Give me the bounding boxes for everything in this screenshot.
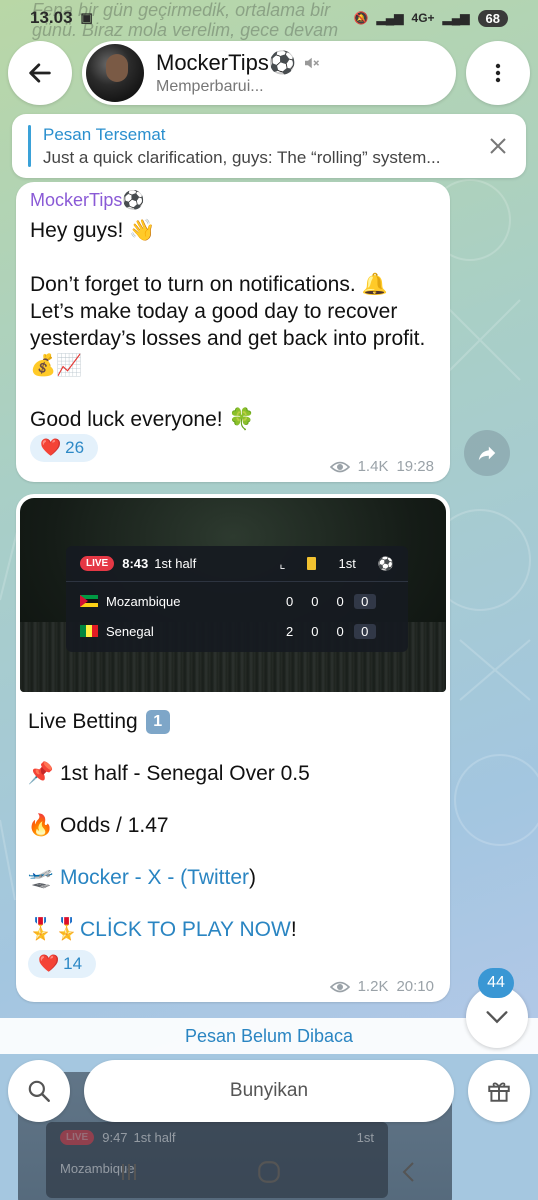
status-bar: 13.03 ▣ 🔕 ▂▄▆ 4G+ ▂▄▆ 68 [0, 0, 538, 36]
network-type: 4G+ [411, 11, 435, 25]
ball-icon: ⚽ [377, 555, 394, 571]
chevron-down-icon [486, 1011, 508, 1024]
battery-indicator: 68 [477, 9, 508, 27]
notification-icon: ▣ [80, 10, 93, 25]
muted-icon [305, 57, 320, 69]
more-options-button[interactable] [466, 41, 530, 105]
system-navigation-bar [0, 1144, 538, 1200]
heart-icon: ❤️ [38, 954, 60, 973]
bet-pick: 1st half - Senegal Over 0.5 [60, 762, 310, 785]
reaction-heart-button[interactable]: ❤️ 26 [30, 434, 99, 462]
message-time: 20:10 [396, 978, 434, 995]
play-now-link[interactable]: CLİCK TO PLAY NOW [80, 916, 291, 943]
close-icon [490, 138, 506, 154]
heart-icon: ❤️ [40, 438, 62, 457]
scoreboard: LIVE 8:43 1st half ⌞ 1st ⚽ Mozambique 0 … [66, 546, 408, 652]
message-bubble-1[interactable]: MockerTips⚽ Hey guys! 👋 Don’t forget to … [16, 182, 450, 482]
message-meta: 1.4K 19:28 [329, 458, 434, 475]
message-text: Hey guys! 👋 Don’t forget to turn on noti… [30, 219, 426, 431]
more-vertical-icon [495, 63, 501, 83]
message-meta: 1.2K 20:10 [329, 978, 434, 995]
message-text: Live Betting 1 📌 1st half - Senegal Over… [27, 709, 310, 943]
eye-icon [329, 981, 350, 992]
arrow-left-icon [29, 63, 51, 83]
search-icon [28, 1080, 50, 1102]
match-period: 1st half [154, 556, 197, 571]
view-count: 1.4K [357, 458, 389, 475]
senegal-flag-icon [80, 625, 98, 637]
message-time: 19:28 [396, 458, 434, 475]
share-button-1[interactable] [464, 430, 510, 476]
match-clock: 8:43 [122, 556, 149, 571]
chat-header: MockerTips⚽ Memperbarui... [8, 40, 530, 106]
twitter-link[interactable]: Mocker - X - (Twitter [60, 864, 249, 891]
close-pinned-button[interactable] [478, 126, 518, 166]
message-sender: MockerTips⚽ [30, 190, 145, 210]
pinned-indicator [28, 125, 31, 167]
recent-apps-icon[interactable] [117, 1160, 141, 1184]
bet-odds: Odds / 1.47 [60, 814, 169, 837]
team-row: Senegal 2 0 0 0 [66, 616, 408, 646]
message-bubble-2[interactable]: LIVE 8:43 1st half ⌞ 1st ⚽ Mozambique 0 … [16, 494, 450, 1002]
bottom-bar: LIVE 9:47 1st half 1st Mozambique Bunyik… [0, 1054, 538, 1200]
status-time: 13.03 [30, 8, 73, 27]
pinned-message-bar[interactable]: Pesan Tersemat Just a quick clarificatio… [12, 114, 526, 178]
unread-count-badge: 44 [478, 968, 514, 998]
reaction-heart-button[interactable]: ❤️ 14 [28, 950, 97, 978]
unmute-button[interactable]: Bunyikan [84, 1060, 454, 1122]
signal-icon-2: ▂▄▆ [442, 11, 470, 25]
home-icon[interactable] [256, 1159, 282, 1185]
reaction-count: 26 [65, 438, 85, 457]
gift-button[interactable] [468, 1060, 530, 1122]
team-row: Mozambique 0 0 0 0 [66, 586, 408, 616]
airplane-icon: 🛫 [27, 866, 55, 889]
share-arrow-icon [478, 446, 496, 461]
channel-info[interactable]: MockerTips⚽ Memperbarui... [82, 41, 456, 105]
corner-flag-icon: ⌞ [279, 555, 286, 571]
medal-icon: 🎖️ [27, 918, 55, 941]
mute-status-icon: 🔕 [353, 11, 369, 25]
back-nav-icon[interactable] [397, 1160, 421, 1184]
live-badge: LIVE [80, 556, 115, 571]
back-button[interactable] [8, 41, 72, 105]
eye-icon [329, 461, 350, 472]
medal-icon: 🎖️ [53, 918, 81, 941]
pinned-text: Just a quick clarification, guys: The “r… [43, 147, 441, 167]
yellow-card-icon [307, 557, 317, 570]
gift-icon [488, 1082, 510, 1102]
channel-status: Memperbarui... [156, 78, 264, 95]
avatar[interactable] [86, 44, 144, 102]
scoreboard-image[interactable]: LIVE 8:43 1st half ⌞ 1st ⚽ Mozambique 0 … [20, 498, 446, 692]
signal-icon: ▂▄▆ [376, 11, 404, 25]
pushpin-icon: 📌 [27, 762, 55, 785]
half-label: 1st [338, 556, 356, 571]
fire-icon: 🔥 [27, 814, 55, 837]
view-count: 1.2K [357, 978, 389, 995]
channel-title: MockerTips⚽ [156, 50, 320, 76]
pinned-title: Pesan Tersemat [43, 124, 166, 144]
search-button[interactable] [8, 1060, 70, 1122]
bet-title: Live Betting [28, 710, 138, 733]
mozambique-flag-icon [80, 595, 98, 607]
reaction-count: 14 [63, 954, 83, 973]
number-one-badge: 1 [145, 709, 170, 734]
unread-messages-divider: Pesan Belum Dibaca [0, 1018, 538, 1054]
